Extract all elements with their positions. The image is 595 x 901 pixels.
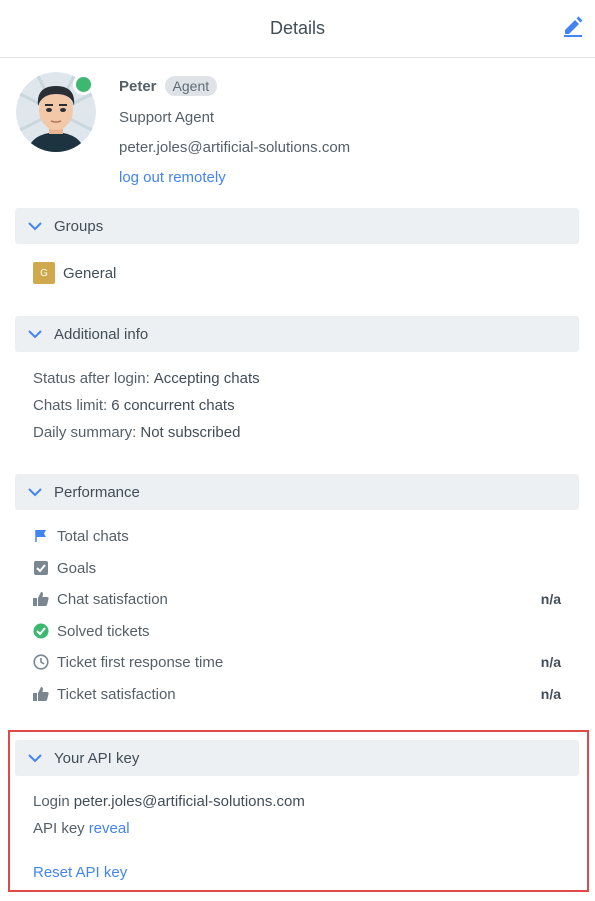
perf-label: Goals <box>57 559 97 577</box>
thumbs-up-icon <box>33 686 49 702</box>
chevron-down-icon <box>28 330 42 339</box>
perf-label: Ticket first response time <box>57 653 224 671</box>
check-circle-icon <box>33 623 49 639</box>
reset-api-key-link[interactable]: Reset API key <box>33 864 127 881</box>
perf-row-ticket-first-response-time: Ticket first response time n/a <box>33 651 561 673</box>
profile-card: Peter Agent Support Agent peter.joles@ar… <box>16 72 576 192</box>
section-title: Performance <box>54 483 140 501</box>
api-login-row: Login peter.joles@artificial-solutions.co… <box>33 793 305 810</box>
api-key-label: API key <box>33 820 85 837</box>
perf-row-total-chats: Total chats <box>33 525 561 547</box>
perf-row-chat-satisfaction: Chat satisfaction n/a <box>33 588 561 610</box>
perf-label: Chat satisfaction <box>57 590 168 608</box>
section-header-api-key[interactable]: Your API key <box>15 740 579 776</box>
perf-row-ticket-satisfaction: Ticket satisfaction n/a <box>33 683 561 705</box>
clock-icon <box>33 654 49 670</box>
chevron-down-icon <box>28 754 42 763</box>
header: Details <box>0 0 595 58</box>
api-key-row: API key reveal <box>33 820 130 837</box>
section-header-performance[interactable]: Performance <box>15 474 579 510</box>
group-label: General <box>63 264 117 282</box>
group-item: G General <box>33 262 116 284</box>
perf-label: Solved tickets <box>57 622 150 640</box>
info-label: Chats limit: <box>33 397 108 414</box>
chevron-down-icon <box>28 488 42 497</box>
thumbs-up-icon <box>33 591 49 607</box>
name-row: Peter Agent <box>119 74 218 98</box>
info-row-chats-limit: Chats limit: 6 concurrent chats <box>33 397 235 414</box>
perf-label: Total chats <box>57 527 129 545</box>
perf-value: n/a <box>540 591 561 607</box>
section-header-additional-info[interactable]: Additional info <box>15 316 579 352</box>
perf-value: n/a <box>540 654 561 670</box>
agent-name: Peter <box>119 77 157 95</box>
perf-value: n/a <box>540 686 561 702</box>
api-login-label: Login <box>33 793 70 810</box>
online-status-dot <box>73 74 94 95</box>
info-label: Daily summary: <box>33 424 137 441</box>
checkbox-icon <box>33 560 49 576</box>
api-login-value: peter.joles@artificial-solutions.com <box>73 793 305 810</box>
perf-row-goals: Goals <box>33 557 561 579</box>
flag-icon <box>33 528 49 544</box>
section-title: Groups <box>54 217 104 235</box>
perf-row-solved-tickets: Solved tickets <box>33 620 561 642</box>
info-value: 6 concurrent chats <box>111 397 235 414</box>
page-title: Details <box>269 18 326 38</box>
pencil-icon[interactable] <box>562 15 584 37</box>
agent-role: Support Agent <box>119 109 215 126</box>
role-badge: Agent <box>164 76 218 96</box>
info-row-status-after-login: Status after login: Accepting chats <box>33 370 260 387</box>
chevron-down-icon <box>28 222 42 231</box>
info-label: Status after login: <box>33 370 150 387</box>
logout-remotely-link[interactable]: log out remotely <box>119 169 226 186</box>
agent-email: peter.joles@artificial-solutions.com <box>119 139 351 156</box>
section-title: Your API key <box>54 749 140 767</box>
perf-label: Ticket satisfaction <box>57 685 176 703</box>
info-value: Accepting chats <box>153 370 260 387</box>
section-title: Additional info <box>54 325 149 343</box>
info-row-daily-summary: Daily summary: Not subscribed <box>33 424 240 441</box>
reveal-api-key-link[interactable]: reveal <box>89 820 130 837</box>
info-value: Not subscribed <box>140 424 241 441</box>
group-initial-icon: G <box>33 262 55 284</box>
section-header-groups[interactable]: Groups <box>15 208 579 244</box>
